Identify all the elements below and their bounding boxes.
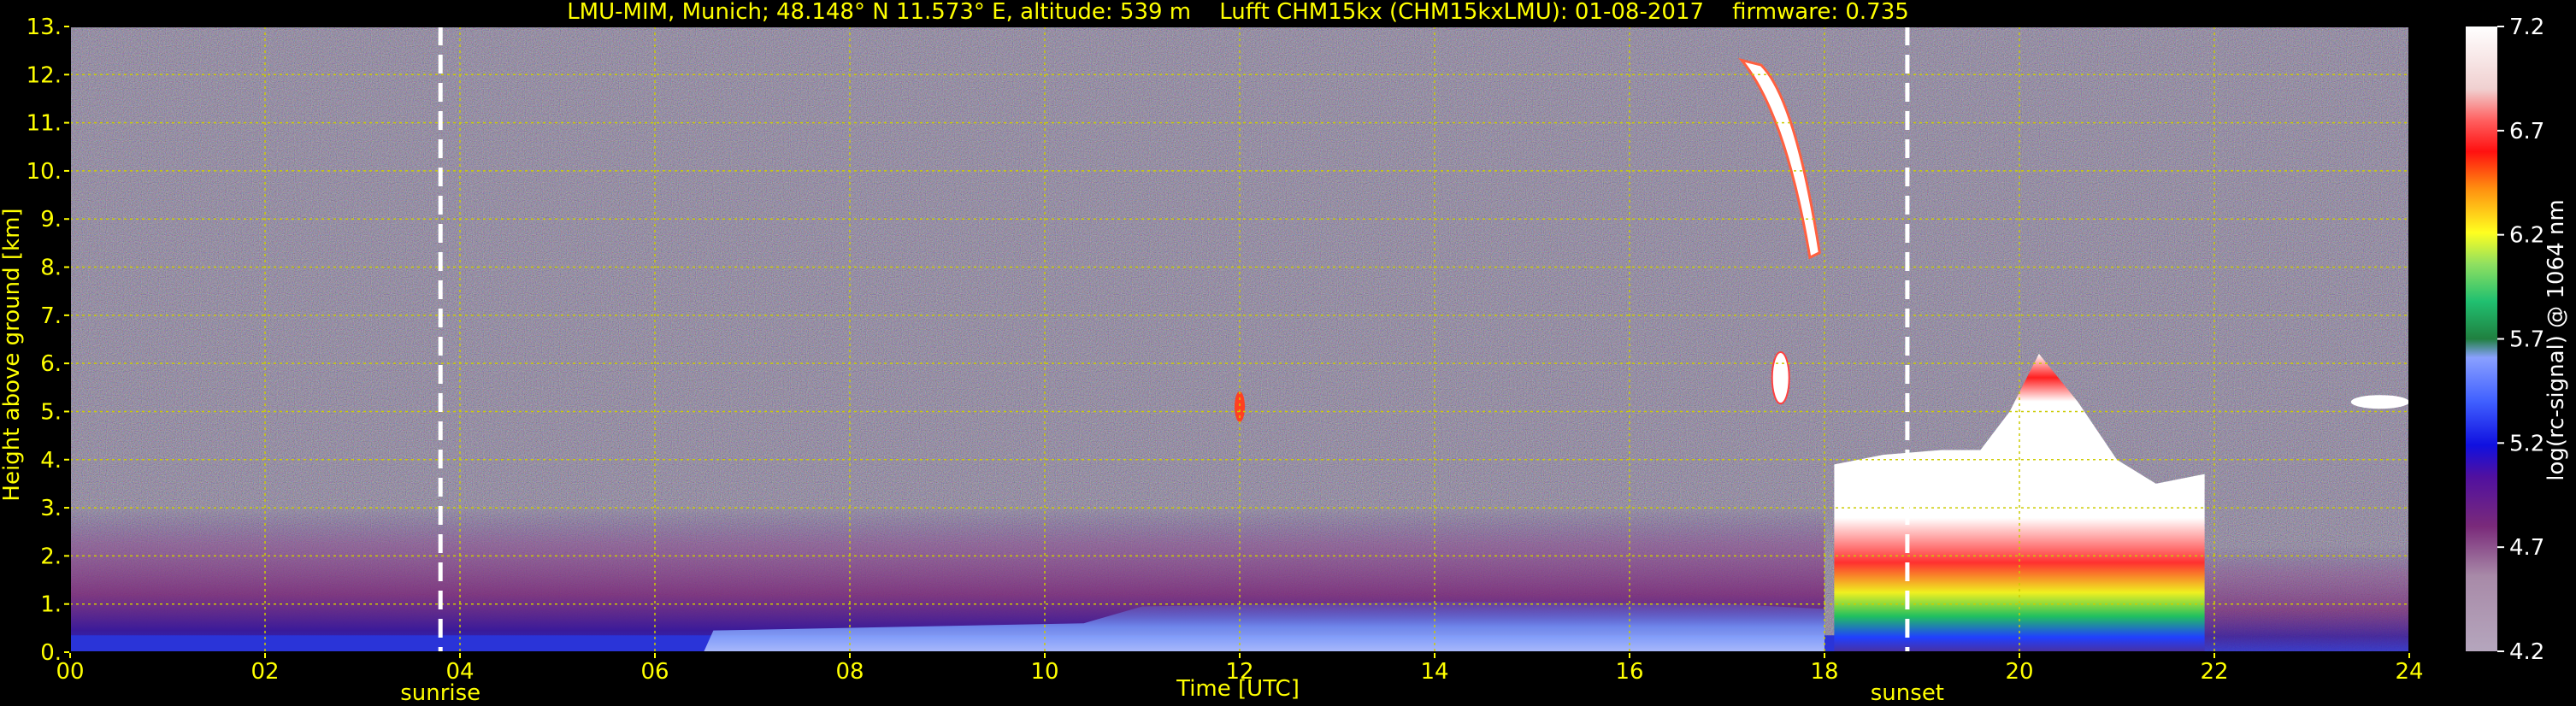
sunset-label: sunset (1871, 680, 1944, 706)
colorbar-tick-label: 5.2 (2509, 431, 2544, 456)
cloud-fragment-mid (1771, 351, 1790, 405)
x-tick-label: 06 (640, 659, 669, 685)
colorbar-tick-label: 6.2 (2509, 223, 2544, 249)
x-tick-label: 08 (835, 659, 864, 685)
y-tick-label: 13. (27, 15, 62, 40)
y-tick-label: 2. (40, 544, 62, 569)
ceilometer-chart: sunrise sunset 0.1.2.3.4.5.6.7.8.9.10.11.… (0, 0, 2569, 706)
colorbar-label: log(rc-signal) @ 1064 nm (2544, 199, 2569, 480)
x-axis-label: Time [UTC] (1176, 676, 1300, 702)
y-tick-label: 5. (40, 399, 62, 425)
colorbar-tick-label: 7.2 (2509, 15, 2544, 40)
colorbar-tick-label: 6.7 (2509, 119, 2544, 144)
x-tick-label: 10 (1030, 659, 1058, 685)
y-tick-label: 7. (40, 303, 62, 329)
colorbar: 4.2 4.7 5.2 5.7 6.2 6.7 7.2 (2466, 15, 2544, 665)
chart-title: LMU-MIM, Munich; 48.148° N 11.573° E, al… (567, 0, 1909, 25)
x-tick-label: 20 (2005, 659, 2033, 685)
colorbar-tick-label: 4.2 (2509, 639, 2544, 665)
y-tick-label: 1. (40, 592, 62, 618)
x-tick-label: 22 (2200, 659, 2228, 685)
x-tick-label: 18 (1810, 659, 1838, 685)
y-tick-label: 9. (40, 207, 62, 232)
x-tick-label: 24 (2395, 659, 2423, 685)
colorbar-gradient (2466, 26, 2497, 651)
y-axis-label: Height above ground [km] (0, 208, 25, 501)
y-tick-label: 3. (40, 496, 62, 521)
y-tick-label: 8. (40, 256, 62, 281)
x-tick-label: 04 (445, 659, 474, 685)
x-tick-label: 14 (1420, 659, 1448, 685)
y-tick-label: 12. (27, 62, 62, 88)
y-tick-label: 11. (27, 111, 62, 137)
x-tick-label: 16 (1615, 659, 1643, 685)
colorbar-tick-label: 5.7 (2509, 327, 2544, 353)
x-tick-label: 02 (251, 659, 279, 685)
cloud-fragment-late (2350, 395, 2409, 409)
y-tick-label: 4. (40, 448, 62, 474)
y-tick-label: 6. (40, 351, 62, 377)
x-tick-label: 00 (56, 659, 84, 685)
y-tick-label: 10. (27, 159, 62, 185)
colorbar-tick-label: 4.7 (2509, 535, 2544, 561)
